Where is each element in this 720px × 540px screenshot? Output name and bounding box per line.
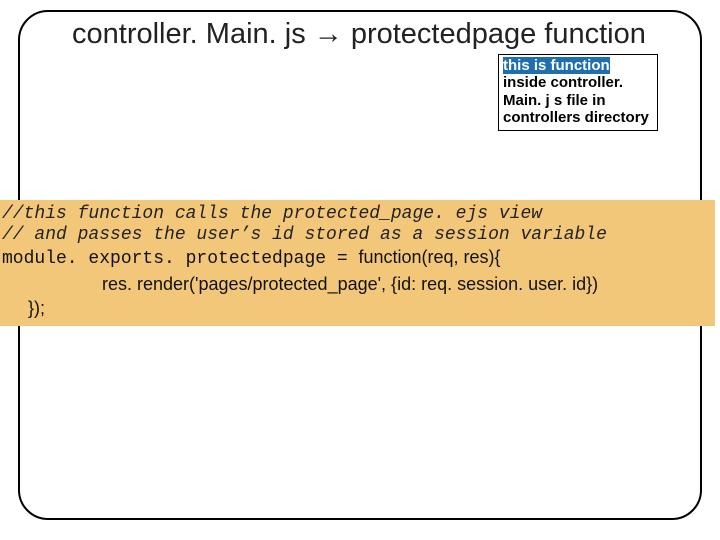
title-text: controller. Main. js → protectedpage fun… (72, 18, 646, 50)
callout-rest: inside controller. Main. j s file in con… (503, 74, 649, 126)
code-block: //this function calls the protected_page… (0, 200, 715, 326)
code-line-1-sans: function(req, res){ (358, 247, 500, 267)
callout-box: this is function inside controller. Main… (498, 54, 658, 131)
code-comment-1: //this function calls the protected_page… (2, 204, 713, 225)
code-line-3: }); (2, 296, 713, 320)
code-line-2: res. render('pages/protected_page', {id:… (2, 272, 713, 296)
callout-highlight: this is function (503, 57, 610, 74)
code-comment-2: // and passes the user’s id stored as a … (2, 225, 713, 246)
slide-title: controller. Main. js → protectedpage fun… (72, 18, 682, 51)
code-line-1: module. exports. protectedpage = functio… (2, 245, 713, 271)
code-line-1-mono: module. exports. protectedpage = (2, 249, 358, 269)
